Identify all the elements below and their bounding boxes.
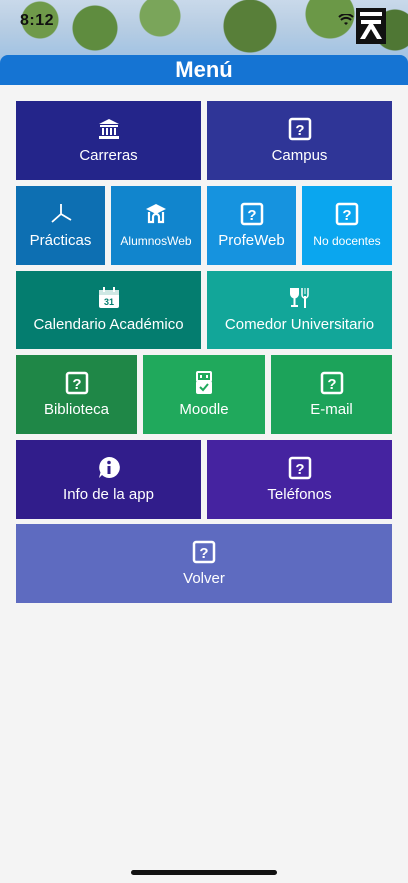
calendar-icon: 31 [98,287,119,308]
svg-text:?: ? [327,376,336,393]
tile-info-label: Info de la app [63,485,154,503]
tile-alumnosweb-label: AlumnosWeb [120,233,192,248]
tile-comedor[interactable]: Comedor Universitario [207,271,392,349]
tile-telefonos-label: Teléfonos [267,485,332,503]
tile-calendario[interactable]: 31 Calendario Académico [16,271,201,349]
question-icon: ? [288,117,311,140]
tile-campus-label: Campus [271,146,328,164]
tile-practicas-label: Prácticas [29,231,92,249]
university-logo-icon [356,8,386,44]
svg-text:?: ? [199,545,208,562]
tile-volver[interactable]: ? Volver [16,524,392,603]
header-photo-background [0,0,408,62]
home-indicator[interactable] [131,870,277,875]
tile-calendario-label: Calendario Académico [33,316,184,333]
tile-email[interactable]: ? E-mail [271,355,392,434]
svg-text:?: ? [247,207,256,224]
tile-info[interactable]: Info de la app [16,440,201,519]
question-icon: ? [240,202,263,225]
question-icon: ? [288,456,311,479]
question-icon: ? [192,540,216,563]
tile-volver-label: Volver [183,569,225,587]
status-bar-time: 8:12 [20,12,55,29]
tile-telefonos[interactable]: ? Teléfonos [207,440,392,519]
tile-alumnosweb[interactable]: AlumnosWeb [111,186,201,265]
wifi-icon [338,14,354,25]
tile-moodle-label: Moodle [179,400,229,418]
tile-carreras-label: Carreras [79,146,138,164]
tile-practicas[interactable]: Prácticas [16,186,105,265]
tile-nodocentes[interactable]: ? No docentes [302,186,392,265]
university-icon [98,118,119,139]
info-icon [98,456,120,478]
tile-email-label: E-mail [310,400,353,418]
tile-profeweb[interactable]: ? ProfeWeb [207,186,296,265]
crossed-pointers-icon [50,203,71,223]
dining-icon [289,288,309,308]
tile-nodocentes-label: No docentes [313,233,381,248]
tile-biblioteca[interactable]: ? Biblioteca [16,355,137,434]
svg-text:?: ? [295,122,304,139]
tile-profeweb-label: ProfeWeb [218,231,285,249]
tile-campus[interactable]: ? Campus [207,101,392,180]
tile-biblioteca-label: Biblioteca [43,400,110,418]
tile-moodle[interactable]: Moodle [143,355,265,434]
svg-text:?: ? [295,461,304,478]
svg-text:?: ? [72,376,81,393]
usb-icon [196,370,212,394]
question-icon: ? [335,202,359,225]
svg-text:31: 31 [103,297,113,307]
tile-comedor-label: Comedor Universitario [224,316,375,333]
question-icon: ? [320,371,343,394]
svg-text:?: ? [342,207,351,224]
tile-carreras[interactable]: Carreras [16,101,201,180]
menu-header: Menú [0,55,408,85]
graduation-house-icon [146,203,166,223]
page-title: Menú [175,57,233,82]
question-icon: ? [65,371,88,394]
